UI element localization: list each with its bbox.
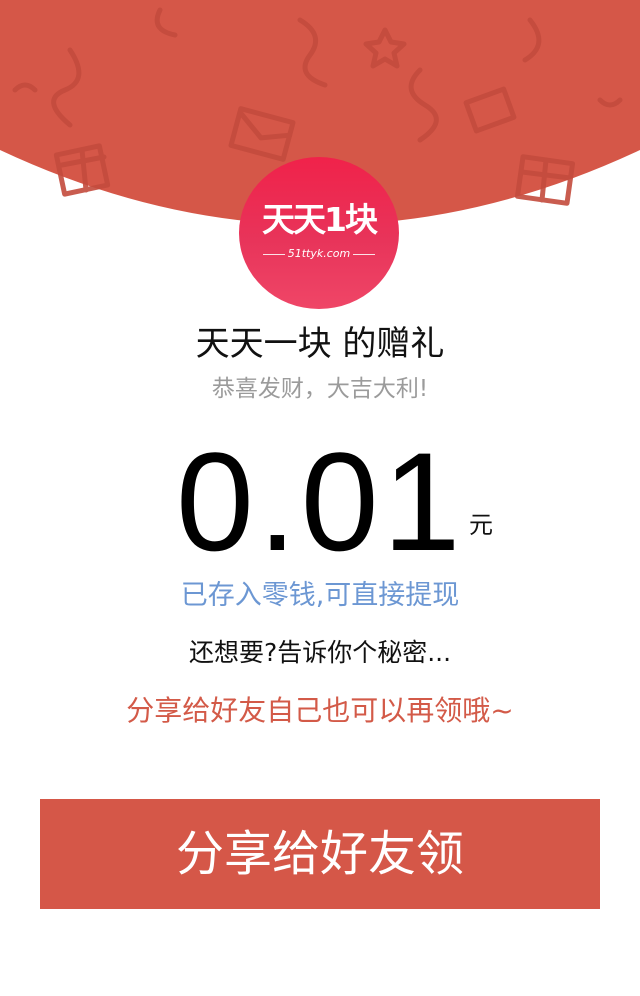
share-hint-text: 分享给好友自己也可以再领哦~ bbox=[126, 694, 514, 727]
logo-domain-text: 51ttyk.com bbox=[287, 247, 351, 260]
secret-text: 还想要?告诉你个秘密... bbox=[188, 638, 452, 667]
brand-logo: 天天1块 51ttyk.com bbox=[239, 157, 399, 309]
logo-divider-right bbox=[353, 254, 375, 255]
gift-greeting: 恭喜发财，大吉大利! bbox=[211, 376, 429, 402]
amount-unit: 元 bbox=[469, 511, 493, 539]
gift-amount: 0.01 bbox=[176, 423, 465, 580]
deposit-status: 已存入零钱,可直接提现 bbox=[180, 580, 460, 611]
logo-brand-text: 天天1块 bbox=[262, 200, 378, 239]
share-to-friends-button[interactable]: 分享给好友领 bbox=[40, 799, 600, 909]
gift-title: 天天一块 的赠礼 bbox=[195, 324, 445, 364]
